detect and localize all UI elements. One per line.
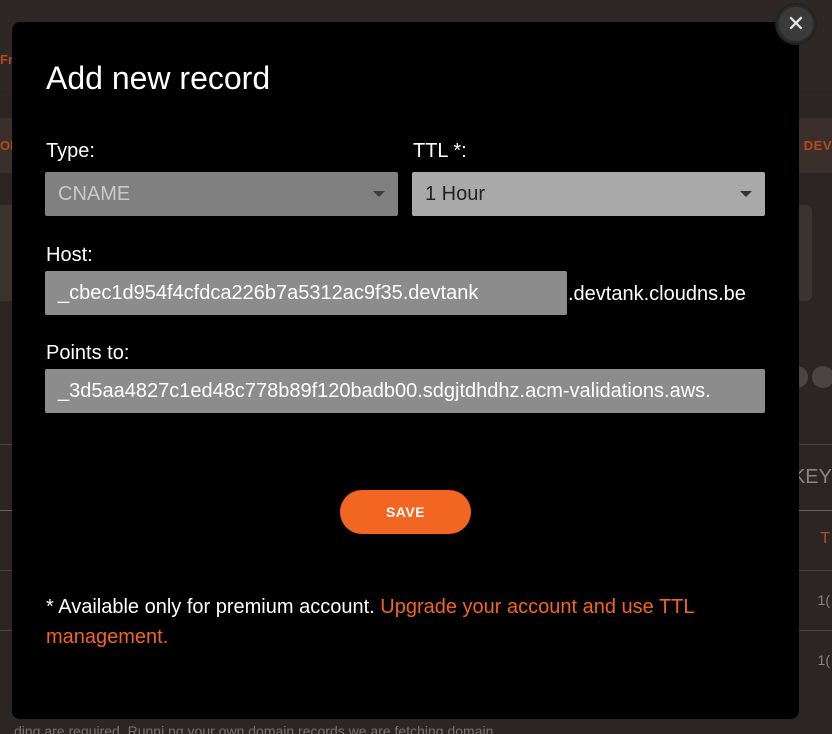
chevron-down-icon xyxy=(373,191,385,197)
host-input[interactable]: _cbec1d954f4cfdca226b7a5312ac9f35.devtan… xyxy=(45,271,567,315)
type-label: Type: xyxy=(46,140,95,162)
background-cell: 1( xyxy=(817,652,830,668)
ttl-select[interactable]: 1 Hour xyxy=(412,172,765,216)
chevron-down-icon xyxy=(740,191,752,197)
ttl-select-value: 1 Hour xyxy=(425,182,486,205)
points-to-input-value: _3d5aa4827c1ed48c778b89f120badb00.sdgjtd… xyxy=(58,379,711,402)
host-domain-suffix: .devtank.cloudns.be xyxy=(568,283,746,305)
add-record-modal: Add new record Type: CNAME TTL *: 1 Hour… xyxy=(12,22,799,719)
premium-note: * Available only for premium account. Up… xyxy=(46,592,766,652)
ttl-label: TTL *: xyxy=(413,140,467,162)
background-column-header: T xyxy=(820,530,830,547)
points-to-label: Points to: xyxy=(46,342,130,364)
close-icon: ✕ xyxy=(786,11,806,36)
premium-note-text: * Available only for premium account. xyxy=(46,596,381,618)
close-button[interactable]: ✕ xyxy=(777,5,815,43)
points-to-input[interactable]: _3d5aa4827c1ed48c778b89f120badb00.sdgjtd… xyxy=(45,369,765,413)
modal-title: Add new record xyxy=(46,60,271,96)
save-button[interactable]: SAVE xyxy=(340,490,471,534)
background-cell: 1( xyxy=(817,592,830,608)
background-toggle xyxy=(812,366,832,388)
host-input-value: _cbec1d954f4cfdca226b7a5312ac9f35.devtan… xyxy=(58,281,479,304)
background-fragment: DEV xyxy=(803,138,832,153)
host-label: Host: xyxy=(46,244,93,266)
type-select-value: CNAME xyxy=(58,182,131,205)
type-select[interactable]: CNAME xyxy=(45,172,398,216)
